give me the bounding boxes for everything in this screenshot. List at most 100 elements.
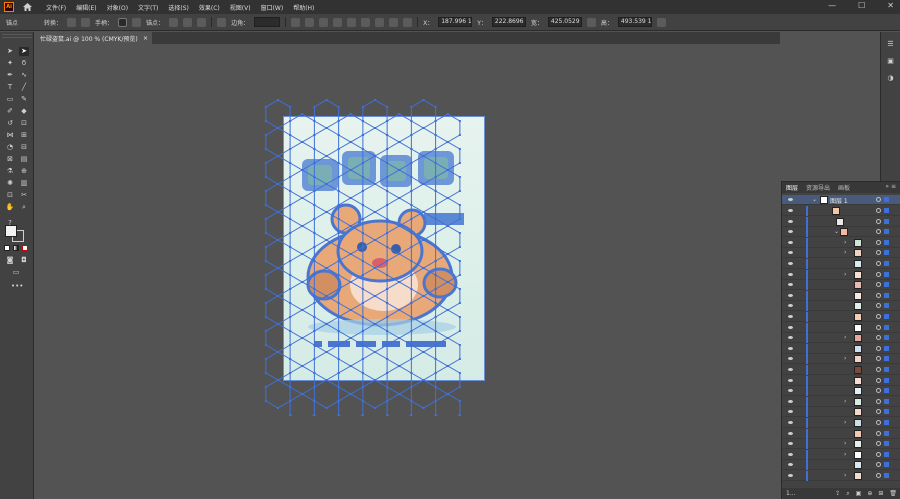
curvature-tool-icon[interactable]: ∿: [19, 71, 29, 80]
selection-indicator[interactable]: [884, 271, 889, 277]
target-icon[interactable]: [876, 239, 881, 245]
visibility-eye-icon[interactable]: [788, 262, 793, 265]
chevron-down-icon[interactable]: ⌄: [812, 196, 817, 203]
align-top-icon[interactable]: [333, 17, 343, 27]
target-icon[interactable]: [876, 451, 881, 457]
layer-row[interactable]: [782, 206, 900, 216]
target-icon[interactable]: [876, 388, 881, 394]
chevron-right-icon[interactable]: ›: [844, 451, 846, 458]
maximize-button[interactable]: ☐: [858, 1, 865, 10]
chevron-right-icon[interactable]: ›: [844, 249, 846, 256]
convert-smooth-icon[interactable]: [81, 17, 91, 27]
paintbrush-icon[interactable]: ✎: [19, 95, 29, 104]
visibility-eye-icon[interactable]: [788, 230, 793, 234]
transform-icon[interactable]: [656, 17, 666, 27]
layer-row[interactable]: [782, 386, 900, 397]
appearance-panel-icon[interactable]: ◑: [886, 74, 896, 83]
scale-tool-icon[interactable]: ⊡: [19, 119, 29, 128]
align-left-icon[interactable]: [291, 17, 301, 27]
symbol-sprayer-icon[interactable]: ✺: [5, 179, 15, 188]
direct-selection-tool-icon[interactable]: ➤: [19, 47, 29, 56]
corner-field[interactable]: [254, 17, 281, 27]
visibility-eye-icon[interactable]: [788, 431, 793, 435]
visibility-eye-icon[interactable]: [788, 389, 793, 393]
y-field[interactable]: 222.8696: [491, 17, 526, 27]
visibility-eye-icon[interactable]: [788, 293, 793, 297]
target-icon[interactable]: [876, 367, 881, 372]
layer-row[interactable]: ›: [782, 354, 900, 365]
layer-row[interactable]: ›: [782, 269, 900, 280]
chevron-right-icon[interactable]: ⌄: [834, 228, 839, 235]
selection-indicator[interactable]: [884, 261, 889, 266]
layer-row[interactable]: [782, 301, 900, 312]
selection-indicator[interactable]: [884, 441, 889, 447]
layer-row[interactable]: [782, 407, 900, 418]
layer-row[interactable]: [782, 312, 900, 322]
target-icon[interactable]: [876, 218, 881, 224]
layer-row[interactable]: [782, 343, 900, 354]
visibility-eye-icon[interactable]: [788, 325, 793, 329]
mesh-tool-icon[interactable]: ⊠: [5, 155, 15, 164]
eyedropper-icon[interactable]: ⚗: [5, 167, 15, 176]
selection-indicator[interactable]: [884, 356, 889, 362]
graph-tool-icon[interactable]: ▥: [19, 179, 29, 188]
visibility-eye-icon[interactable]: [788, 442, 793, 446]
layer-row[interactable]: ›: [782, 396, 900, 407]
align-right-icon[interactable]: [319, 17, 329, 27]
tab-layers[interactable]: 图层: [786, 183, 798, 192]
selection-indicator[interactable]: [884, 250, 889, 256]
target-icon[interactable]: [876, 229, 881, 235]
target-icon[interactable]: [876, 420, 881, 425]
connect-anchor-icon[interactable]: [197, 17, 207, 27]
rotate-tool-icon[interactable]: ↺: [5, 119, 15, 128]
layer-row[interactable]: [782, 322, 900, 333]
selection-indicator[interactable]: [884, 430, 889, 436]
remove-anchor-icon[interactable]: [169, 17, 179, 27]
home-icon[interactable]: [22, 2, 32, 12]
eraser-icon[interactable]: ◆: [19, 107, 29, 116]
visibility-eye-icon[interactable]: [788, 452, 793, 456]
menu-help[interactable]: 帮助(H): [293, 3, 314, 12]
target-icon[interactable]: [876, 345, 881, 351]
artboard-tool-icon[interactable]: ⊡: [5, 191, 15, 200]
tab-artboards[interactable]: 画板: [838, 183, 850, 192]
layer-row[interactable]: ›: [782, 333, 900, 344]
menu-edit[interactable]: 编辑(E): [76, 3, 96, 12]
target-icon[interactable]: [876, 335, 881, 341]
chevron-right-icon[interactable]: ›: [844, 440, 846, 447]
chevron-right-icon[interactable]: ›: [844, 472, 846, 479]
visibility-eye-icon[interactable]: [788, 272, 793, 276]
layer-row[interactable]: [782, 280, 900, 291]
selection-indicator[interactable]: [884, 292, 889, 298]
layer-row[interactable]: ⌄: [782, 227, 900, 238]
panel-grip[interactable]: [1, 34, 32, 38]
target-icon[interactable]: [876, 303, 881, 309]
chevron-right-icon[interactable]: ›: [844, 419, 846, 426]
chevron-right-icon[interactable]: ›: [844, 334, 846, 341]
selection-indicator[interactable]: [884, 473, 889, 478]
layer-row-top[interactable]: ⌄ 图层 1: [782, 195, 900, 205]
gradient-tool-icon[interactable]: ▤: [19, 155, 29, 164]
hand-tool-icon[interactable]: ✋: [5, 203, 15, 212]
align-to-icon[interactable]: [403, 17, 413, 27]
layer-row[interactable]: ›: [782, 449, 900, 460]
visibility-eye-icon[interactable]: [788, 410, 793, 414]
selection-indicator[interactable]: [884, 335, 889, 341]
selection-tool-icon[interactable]: ➤: [5, 47, 15, 56]
target-icon[interactable]: [876, 462, 881, 468]
selection-indicator[interactable]: [884, 367, 889, 372]
cut-path-icon[interactable]: [183, 17, 193, 27]
trash-icon[interactable]: 🗑: [889, 490, 897, 498]
layer-row[interactable]: [782, 290, 900, 301]
selection-indicator[interactable]: [884, 462, 889, 468]
selection-indicator[interactable]: [884, 282, 889, 288]
layer-row[interactable]: ›: [782, 439, 900, 450]
visibility-eye-icon[interactable]: [788, 368, 793, 371]
align-bottom-icon[interactable]: [361, 17, 371, 27]
fill-swatch-icon[interactable]: [5, 225, 17, 237]
color-mode-icon[interactable]: [4, 245, 10, 251]
target-icon[interactable]: [876, 377, 881, 383]
selection-indicator[interactable]: [884, 420, 889, 425]
zoom-tool-icon[interactable]: ⌕: [19, 203, 29, 212]
target-icon[interactable]: [876, 250, 881, 256]
